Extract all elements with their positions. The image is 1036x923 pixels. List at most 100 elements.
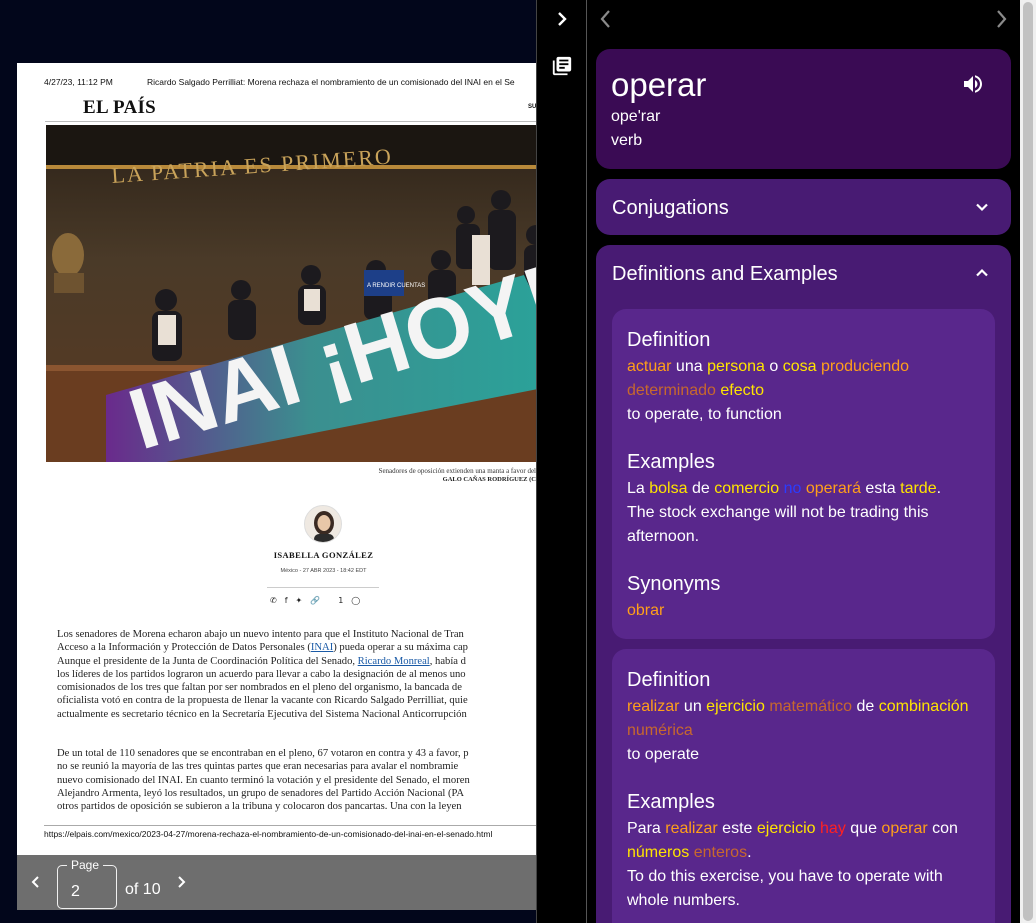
comment-icon[interactable]: ◯ [351,596,360,605]
conjugations-section[interactable]: Conjugations [596,179,1011,235]
vocab-word[interactable]: hay [820,820,846,837]
prev-page-button[interactable] [27,873,45,891]
monreal-link[interactable]: Ricardo Monreal [358,656,430,667]
vocab-word[interactable]: enteros [694,844,747,861]
newspaper-logo: EL PAÍS [83,97,157,118]
example-sentence: Para realizar este ejercicio hay que ope… [627,817,987,865]
vocab-word: . [747,844,752,861]
vocab-word: este [722,820,753,837]
vocab-word[interactable]: bolsa [649,480,687,497]
text-line: Aunque el presidente de la Junta de Coor… [57,655,536,668]
definition-block: Definition actuar una persona o cosa pro… [612,309,995,639]
vocab-word: de [856,698,875,715]
examples-heading: Examples [627,791,715,813]
vocab-word[interactable]: actuar [627,358,671,375]
collapse-panel-button[interactable] [537,0,587,38]
vocab-word[interactable]: efecto [720,382,764,399]
vocab-word[interactable]: tarde [900,480,936,497]
vocab-word[interactable]: no [784,480,802,497]
masthead-divider [45,121,536,122]
vocab-word[interactable]: combinación [879,698,969,715]
definition-translation: to operate, to function [627,406,782,423]
vocab-word[interactable]: matemático [769,698,852,715]
side-toolbar [536,0,587,923]
definition-text: realizar un ejercicio matemático de comb… [627,695,987,743]
subscribe-link: SU [528,104,536,110]
definition-translation: to operate [627,746,700,763]
vocab-word[interactable]: determinado [627,382,716,399]
print-header: 4/27/23, 11:12 PM Ricardo Salgado Perrill… [44,77,515,87]
author-avatar [304,505,342,543]
article-dateline: México - 27 ABR 2023 - 18:42 EDT [280,568,367,574]
inai-link[interactable]: INAI [311,642,333,653]
article-paragraph-1: Los senadores de Morena echaron abajo un… [57,628,536,721]
vocab-word[interactable]: realizar [665,820,717,837]
vocab-word[interactable]: ejercicio [757,820,816,837]
page-number-field: Page [57,858,117,909]
chevron-up-icon[interactable] [972,263,992,283]
byline-divider [267,587,379,588]
photo-credit: GALO CAÑAS RODRÍGUEZ (C [442,476,536,483]
definition-block: Definition realizar un ejercicio matemát… [612,649,995,923]
pdf-page[interactable]: 4/27/23, 11:12 PM Ricardo Salgado Perrill… [17,63,536,856]
facebook-icon[interactable]: f [285,596,288,605]
vocab-word[interactable]: persona [707,358,765,375]
vocab-word[interactable]: comercio [714,480,779,497]
chevron-right-icon [178,876,186,888]
page-number-input[interactable] [59,880,115,904]
definition-heading: Definition [627,329,711,351]
pronounce-button[interactable] [961,72,989,98]
vocab-word[interactable]: obrar [627,602,664,619]
vocab-word[interactable]: produciendo [821,358,909,375]
vocab-word[interactable]: cosa [783,358,817,375]
vocab-word: La [627,480,645,497]
print-footer-url: https://elpais.com/mexico/2023-04-27/mor… [44,829,493,839]
vocab-word[interactable]: operar [881,820,927,837]
next-entry-button[interactable] [988,6,1014,32]
volume-icon [964,75,982,93]
vocab-word[interactable]: operará [806,480,861,497]
text-segment: Aunque el presidente de la Junta de Coor… [57,655,358,667]
panel-scrollbar[interactable] [1020,0,1036,923]
chevron-left-icon [31,876,39,888]
dictionary-panel: operar ope'rar verb Conjugations Definit… [587,0,1020,923]
pdf-viewer: 4/27/23, 11:12 PM Ricardo Salgado Perrill… [0,0,536,923]
article-photo: LA PATRIA ES PRIMERO A RENDIR CUENTAS IN… [46,125,536,462]
definitions-title: Definitions and Examples [612,263,838,285]
author-name: ISABELLA GONZÁLEZ [273,550,374,560]
text-segment: , había d [429,655,466,667]
text-line: oficialista votó en contra de la propues… [57,695,468,707]
text-segment: Acceso a la Información y Protección de … [57,642,311,654]
example-translation: To do this exercise, you have to operate… [627,868,943,909]
whatsapp-icon[interactable]: ✆ [270,596,277,605]
twitter-icon[interactable]: ✦ [296,596,303,605]
text-line: otros partidos de oposición se subieron … [57,801,462,813]
comments-count[interactable]: 1 [338,596,343,605]
chevron-right-icon [997,10,1007,28]
page-navigator: Page of 10 [17,855,536,910]
vocab-word[interactable]: realizar [627,698,679,715]
vocab-word: Para [627,820,661,837]
chevron-right-icon [558,12,567,26]
share-row: ✆ f ✦ 🔗 1 ◯ [270,596,368,605]
part-of-speech: verb [611,132,643,149]
chevron-down-icon[interactable] [972,197,992,217]
chevron-left-icon [600,10,610,28]
examples-heading: Examples [627,451,715,473]
next-page-button[interactable] [172,873,190,891]
previous-entry-button[interactable] [593,6,619,32]
vocab-word[interactable]: ejercicio [706,698,765,715]
text-line: Acceso a la Información y Protección de … [57,641,536,654]
page-total: of 10 [125,881,161,898]
vocab-word[interactable]: números [627,844,689,861]
vocab-word: de [691,480,710,497]
text-line: actualmente es secretario técnico en la … [57,708,467,720]
scrollbar-thumb[interactable] [1023,2,1033,921]
text-line: Alejandro Armenta, leyó los resultados, … [57,787,465,799]
vocab-word[interactable]: numérica [627,722,693,739]
link-icon[interactable]: 🔗 [310,596,320,605]
library-books-icon [552,56,572,76]
vocabulary-list-button[interactable] [537,47,587,85]
text-line: no se reunió la mayoría de las tres quin… [57,761,459,773]
print-date: 4/27/23, 11:12 PM [44,77,113,87]
